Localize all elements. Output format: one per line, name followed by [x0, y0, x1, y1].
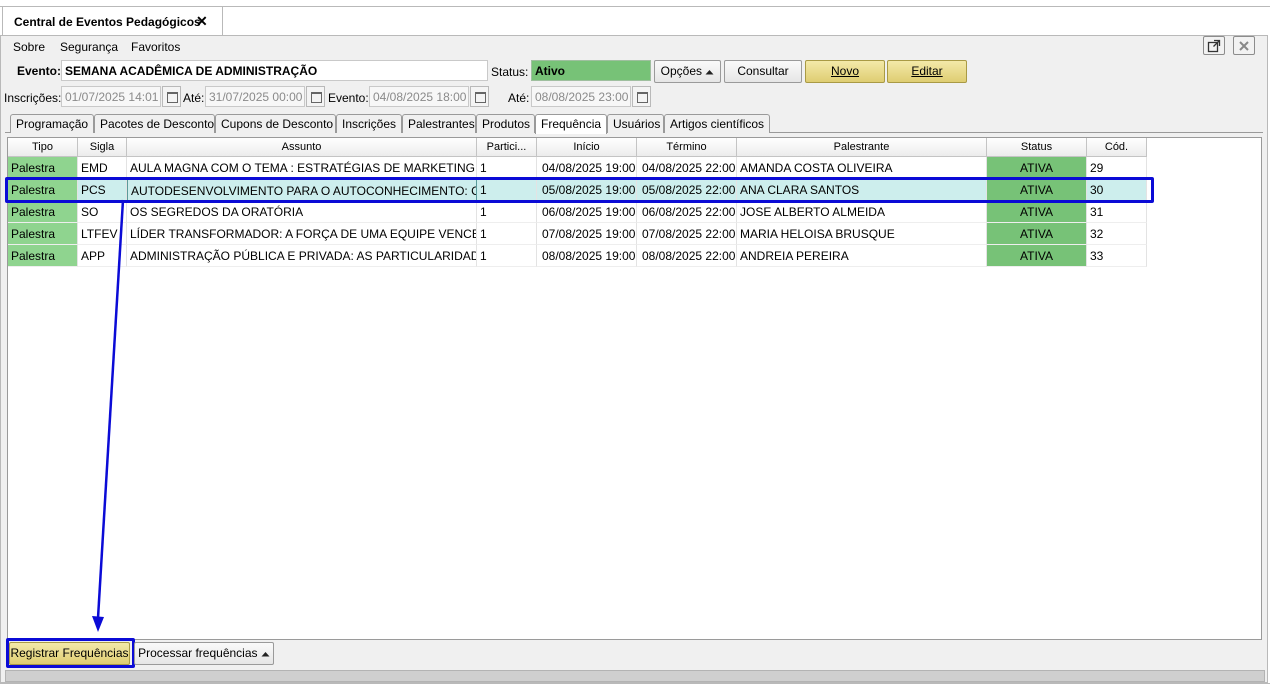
cell-tipo: Palestra [8, 223, 78, 245]
tab-produtos[interactable]: Produtos [476, 114, 535, 133]
cell-tipo: Palestra [8, 201, 78, 223]
cell-status: ATIVA [987, 157, 1087, 179]
annotation-arrow-icon [92, 199, 125, 632]
cell-termino: 04/08/2025 22:00 [637, 157, 737, 179]
tab-pacotes-desconto[interactable]: Pacotes de Desconto [94, 114, 215, 133]
calendar-icon[interactable] [306, 86, 325, 107]
calendar-icon[interactable] [470, 86, 489, 107]
col-header-termino[interactable]: Término [637, 138, 737, 157]
editar-label: Editar [911, 64, 943, 78]
document-tab-title: Central de Eventos Pedagógicos [14, 15, 201, 29]
inscricoes-ate-field[interactable]: 31/07/2025 00:00 [205, 86, 305, 107]
cell-inicio: 06/08/2025 19:00 [537, 201, 637, 223]
tab-inscricoes[interactable]: Inscrições [336, 114, 402, 133]
cell-termino: 06/08/2025 22:00 [637, 201, 737, 223]
processar-frequencias-button[interactable]: Processar frequências [134, 642, 274, 665]
col-header-sigla[interactable]: Sigla [78, 138, 127, 157]
status-strip [0, 683, 1270, 690]
col-header-palestrante[interactable]: Palestrante [737, 138, 987, 157]
cell-participantes: 1 [477, 223, 537, 245]
calendar-icon[interactable] [162, 86, 181, 107]
document-tab[interactable]: Central de Eventos Pedagógicos ✕ [2, 6, 223, 35]
inscricoes-de-field[interactable]: 01/07/2025 14:01 [61, 86, 161, 107]
detach-window-button[interactable] [1203, 36, 1225, 55]
novo-button[interactable]: Novo [805, 60, 885, 83]
status-label: Status: [491, 65, 529, 79]
col-header-assunto[interactable]: Assunto [127, 138, 477, 157]
cell-palestrante: AMANDA COSTA OLIVEIRA [737, 157, 987, 179]
cell-tipo: Palestra [8, 157, 78, 179]
evento-field[interactable]: SEMANA ACADÊMICA DE ADMINISTRAÇÃO [61, 60, 488, 81]
menu-sobre[interactable]: Sobre [13, 40, 45, 54]
cell-cod: 31 [1087, 201, 1147, 223]
cell-participantes: 1 [477, 245, 537, 267]
cell-assunto: AULA MAGNA COM O TEMA : ESTRATÉGIAS DE M… [127, 157, 477, 179]
caret-up-icon [705, 70, 714, 75]
cell-palestrante: MARIA HELOISA BRUSQUE [737, 223, 987, 245]
cell-sigla: EMD [78, 157, 127, 179]
col-header-cod[interactable]: Cód. [1087, 138, 1147, 157]
horizontal-scrollbar[interactable] [5, 670, 1265, 682]
cell-cod: 29 [1087, 157, 1147, 179]
cell-status: ATIVA [987, 223, 1087, 245]
cell-palestrante: ANDREIA PEREIRA [737, 245, 987, 267]
cell-termino: 08/08/2025 22:00 [637, 245, 737, 267]
tab-palestrantes[interactable]: Palestrantes [402, 114, 476, 133]
consultar-button[interactable]: Consultar [724, 60, 802, 83]
opcoes-label: Opções [660, 64, 702, 78]
table-row[interactable]: Palestra APP ADMINISTRAÇÃO PÚBLICA E PRI… [8, 245, 1147, 267]
table-row[interactable]: Palestra SO OS SEGREDOS DA ORATÓRIA 1 06… [8, 201, 1147, 223]
close-window-button[interactable] [1233, 36, 1255, 55]
tab-usuarios[interactable]: Usuários [607, 114, 664, 133]
cell-inicio: 04/08/2025 19:00 [537, 157, 637, 179]
editar-button[interactable]: Editar [887, 60, 967, 83]
tab-frequencia[interactable]: Frequência [535, 114, 607, 134]
cell-assunto: ADMINISTRAÇÃO PÚBLICA E PRIVADA: AS PART… [127, 245, 477, 267]
inscricoes-label: Inscrições: [4, 91, 62, 105]
cell-participantes: 1 [477, 201, 537, 223]
evento-ate-field[interactable]: 08/08/2025 23:00 [531, 86, 631, 107]
cell-termino: 07/08/2025 22:00 [637, 223, 737, 245]
calendar-icon[interactable] [632, 86, 651, 107]
menu-seguranca[interactable]: Segurança [60, 40, 118, 54]
col-header-inicio[interactable]: Início [537, 138, 637, 157]
tab-artigos-cientificos[interactable]: Artigos científicos [664, 114, 770, 133]
evento-de-field[interactable]: 04/08/2025 18:00 [369, 86, 469, 107]
novo-label: Novo [830, 64, 859, 78]
table-row[interactable]: Palestra LTFEV LÍDER TRANSFORMADOR: A FO… [8, 223, 1147, 245]
cell-palestrante: JOSE ALBERTO ALMEIDA [737, 201, 987, 223]
caret-up-icon [261, 652, 270, 657]
external-window-icon [1207, 39, 1221, 53]
cell-cod: 33 [1087, 245, 1147, 267]
opcoes-button[interactable]: Opções [654, 60, 721, 83]
cell-participantes: 1 [477, 157, 537, 179]
col-header-status[interactable]: Status [987, 138, 1087, 157]
selected-row-highlight [5, 177, 1154, 203]
cell-status: ATIVA [987, 245, 1087, 267]
inscricoes-ate-label: Até: [183, 91, 205, 105]
status-field[interactable]: Ativo [531, 60, 651, 81]
cell-inicio: 07/08/2025 19:00 [537, 223, 637, 245]
table-row[interactable]: Palestra EMD AULA MAGNA COM O TEMA : EST… [8, 157, 1147, 179]
evento-label: Evento: [17, 64, 62, 78]
cell-tipo: Palestra [8, 245, 78, 267]
evento-data-label: Evento: [328, 91, 369, 105]
cell-inicio: 08/08/2025 19:00 [537, 245, 637, 267]
cell-assunto: OS SEGREDOS DA ORATÓRIA [127, 201, 477, 223]
col-header-tipo[interactable]: Tipo [8, 138, 78, 157]
cell-cod: 32 [1087, 223, 1147, 245]
cell-assunto: LÍDER TRANSFORMADOR: A FORÇA DE UMA EQUI… [127, 223, 477, 245]
close-tab-icon[interactable]: ✕ [196, 13, 208, 30]
tab-programacao[interactable]: Programação [10, 114, 94, 133]
tab-cupons-desconto[interactable]: Cupons de Desconto [215, 114, 336, 133]
close-icon [1239, 41, 1249, 51]
col-header-participantes[interactable]: Partici... [477, 138, 537, 157]
cell-status: ATIVA [987, 201, 1087, 223]
registrar-button-highlight [6, 638, 135, 668]
menu-favoritos[interactable]: Favoritos [131, 40, 180, 54]
processar-label: Processar frequências [138, 646, 258, 660]
evento-ate-label: Até: [508, 91, 530, 105]
